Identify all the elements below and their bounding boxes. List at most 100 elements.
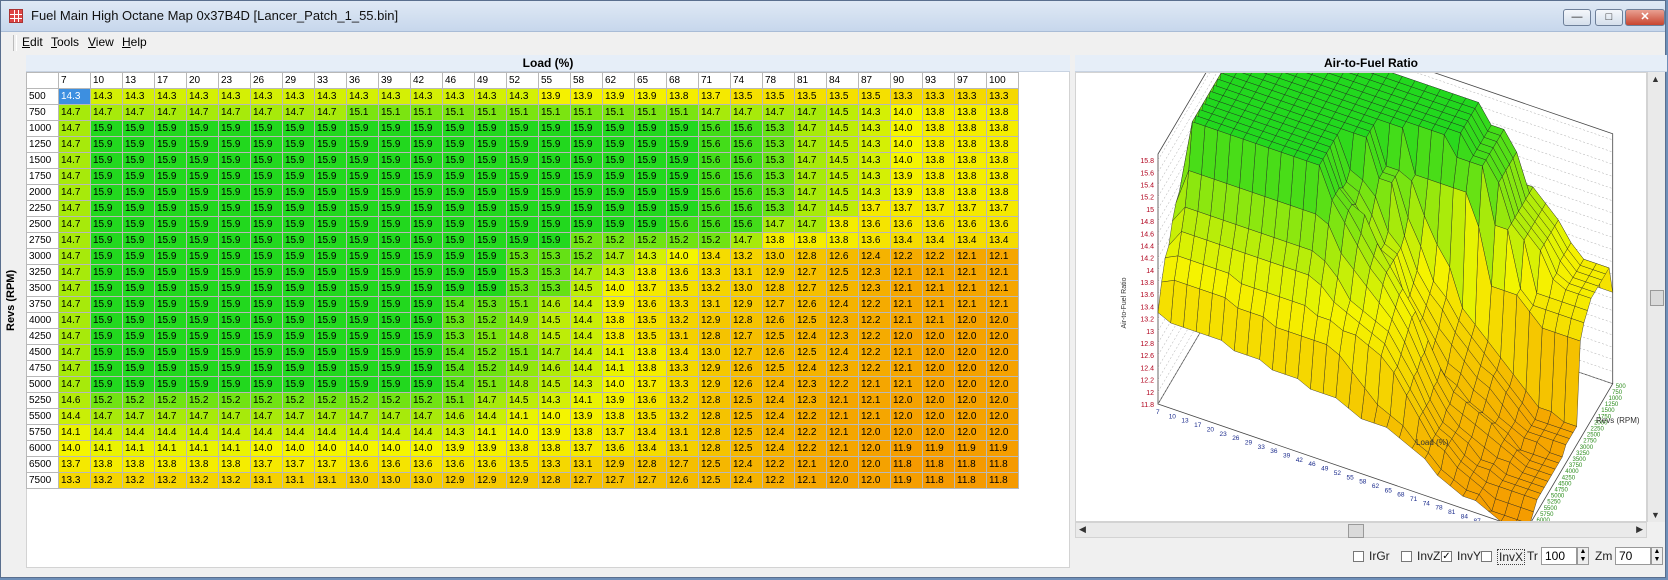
map-cell[interactable]: 14.6 bbox=[442, 408, 475, 425]
map-cell[interactable]: 14.7 bbox=[58, 248, 91, 265]
map-cell[interactable]: 11.9 bbox=[986, 440, 1019, 457]
map-cell[interactable]: 13.2 bbox=[666, 408, 699, 425]
map-cell[interactable]: 14.7 bbox=[698, 104, 731, 121]
map-cell[interactable]: 14.7 bbox=[58, 200, 91, 217]
map-cell[interactable]: 14.7 bbox=[730, 104, 763, 121]
map-cell[interactable]: 15.9 bbox=[474, 136, 507, 153]
map-cell[interactable]: 14.4 bbox=[218, 424, 251, 441]
map-cell[interactable]: 12.0 bbox=[986, 312, 1019, 329]
map-cell[interactable]: 14.3 bbox=[218, 88, 251, 105]
map-cell[interactable]: 15.9 bbox=[346, 280, 379, 297]
map-cell[interactable]: 14.7 bbox=[762, 104, 795, 121]
map-cell[interactable]: 12.6 bbox=[794, 296, 827, 313]
map-cell[interactable]: 15.9 bbox=[218, 168, 251, 185]
map-cell[interactable]: 14.4 bbox=[58, 408, 91, 425]
map-cell[interactable]: 15.9 bbox=[122, 280, 155, 297]
map-cell[interactable]: 14.7 bbox=[58, 264, 91, 281]
map-cell[interactable]: 13.8 bbox=[570, 424, 603, 441]
map-cell[interactable]: 14.4 bbox=[250, 424, 283, 441]
map-cell[interactable]: 12.0 bbox=[858, 424, 891, 441]
map-cell[interactable]: 14.7 bbox=[346, 408, 379, 425]
map-cell[interactable]: 15.3 bbox=[442, 328, 475, 345]
map-cell[interactable]: 14.7 bbox=[794, 216, 827, 233]
map-cell[interactable]: 15.9 bbox=[314, 168, 347, 185]
map-cell[interactable]: 15.9 bbox=[186, 360, 219, 377]
map-cell[interactable]: 14.3 bbox=[122, 88, 155, 105]
map-cell[interactable]: 15.9 bbox=[314, 232, 347, 249]
map-cell[interactable]: 15.3 bbox=[506, 280, 539, 297]
map-cell[interactable]: 14.0 bbox=[890, 136, 923, 153]
title-bar[interactable]: Fuel Main High Octane Map 0x37B4D [Lance… bbox=[1, 1, 1665, 32]
map-cell[interactable]: 15.1 bbox=[474, 104, 507, 121]
map-cell[interactable]: 14.3 bbox=[442, 424, 475, 441]
map-cell[interactable]: 15.9 bbox=[442, 264, 475, 281]
map-cell[interactable]: 14.0 bbox=[346, 440, 379, 457]
map-cell[interactable]: 14.5 bbox=[506, 392, 539, 409]
zm-stepper[interactable]: ▲ ▼ bbox=[1651, 547, 1663, 565]
map-cell[interactable]: 15.9 bbox=[570, 184, 603, 201]
map-cell[interactable]: 15.9 bbox=[346, 120, 379, 137]
fuel-map-table[interactable]: 7 10 13 17 20 23 26 29 33 36 39 42 46 49 52 55 58 62 65 68 7… bbox=[26, 72, 1019, 489]
map-cell[interactable]: 12.2 bbox=[762, 456, 795, 473]
map-cell[interactable]: 15.9 bbox=[186, 152, 219, 169]
map-cell[interactable]: 15.9 bbox=[90, 360, 123, 377]
map-cell[interactable]: 14.7 bbox=[794, 200, 827, 217]
map-cell[interactable]: 15.2 bbox=[314, 392, 347, 409]
map-cell[interactable]: 15.9 bbox=[314, 136, 347, 153]
revs-header-cell[interactable]: 1500 bbox=[26, 152, 59, 169]
map-cell[interactable]: 15.9 bbox=[282, 360, 315, 377]
map-cell[interactable]: 13.9 bbox=[602, 88, 635, 105]
load-header-cell[interactable]: 20 bbox=[186, 72, 219, 89]
map-cell[interactable]: 14.6 bbox=[538, 360, 571, 377]
map-cell[interactable]: 14.7 bbox=[794, 120, 827, 137]
map-cell[interactable]: 14.4 bbox=[410, 424, 443, 441]
map-cell[interactable]: 13.8 bbox=[602, 328, 635, 345]
map-cell[interactable]: 12.1 bbox=[954, 248, 987, 265]
map-cell[interactable]: 15.9 bbox=[506, 120, 539, 137]
map-cell[interactable]: 14.3 bbox=[858, 120, 891, 137]
map-cell[interactable]: 13.9 bbox=[634, 88, 667, 105]
map-cell[interactable]: 12.5 bbox=[730, 440, 763, 457]
load-header-cell[interactable]: 49 bbox=[474, 72, 507, 89]
map-cell[interactable]: 15.9 bbox=[122, 376, 155, 393]
map-cell[interactable]: 15.3 bbox=[762, 184, 795, 201]
map-cell[interactable]: 14.0 bbox=[282, 440, 315, 457]
map-cell[interactable]: 15.2 bbox=[250, 392, 283, 409]
map-cell[interactable]: 15.9 bbox=[186, 216, 219, 233]
revs-header-cell[interactable]: 5250 bbox=[26, 392, 59, 409]
map-cell[interactable]: 13.9 bbox=[602, 296, 635, 313]
map-cell[interactable]: 13.8 bbox=[762, 232, 795, 249]
map-cell[interactable]: 15.3 bbox=[506, 264, 539, 281]
revs-header-cell[interactable]: 2000 bbox=[26, 184, 59, 201]
map-cell[interactable]: 15.9 bbox=[282, 248, 315, 265]
map-cell[interactable]: 15.9 bbox=[314, 120, 347, 137]
map-cell[interactable]: 15.9 bbox=[442, 168, 475, 185]
map-cell[interactable]: 12.5 bbox=[730, 424, 763, 441]
map-cell[interactable]: 11.9 bbox=[890, 472, 923, 489]
map-cell[interactable]: 15.9 bbox=[90, 248, 123, 265]
map-cell[interactable]: 13.2 bbox=[730, 248, 763, 265]
map-cell[interactable]: 15.9 bbox=[90, 184, 123, 201]
map-cell[interactable]: 14.7 bbox=[794, 136, 827, 153]
load-header-cell[interactable]: 62 bbox=[602, 72, 635, 89]
map-cell[interactable]: 15.9 bbox=[250, 360, 283, 377]
map-cell[interactable]: 14.1 bbox=[154, 440, 187, 457]
map-cell[interactable]: 13.0 bbox=[378, 472, 411, 489]
map-cell[interactable]: 15.9 bbox=[218, 216, 251, 233]
map-cell[interactable]: 13.5 bbox=[666, 280, 699, 297]
map-cell[interactable]: 15.9 bbox=[442, 184, 475, 201]
map-cell[interactable]: 12.1 bbox=[890, 376, 923, 393]
map-cell[interactable]: 12.0 bbox=[826, 456, 859, 473]
map-cell[interactable]: 15.9 bbox=[250, 312, 283, 329]
map-cell[interactable]: 14.5 bbox=[538, 376, 571, 393]
map-cell[interactable]: 15.9 bbox=[282, 200, 315, 217]
map-cell[interactable]: 15.2 bbox=[346, 392, 379, 409]
map-cell[interactable]: 12.6 bbox=[730, 360, 763, 377]
map-cell[interactable]: 12.2 bbox=[890, 248, 923, 265]
map-cell[interactable]: 15.9 bbox=[378, 376, 411, 393]
map-cell[interactable]: 15.9 bbox=[282, 184, 315, 201]
map-cell[interactable]: 15.9 bbox=[410, 168, 443, 185]
map-cell[interactable]: 15.9 bbox=[314, 376, 347, 393]
map-cell[interactable]: 15.9 bbox=[410, 200, 443, 217]
map-cell[interactable]: 14.3 bbox=[90, 88, 123, 105]
